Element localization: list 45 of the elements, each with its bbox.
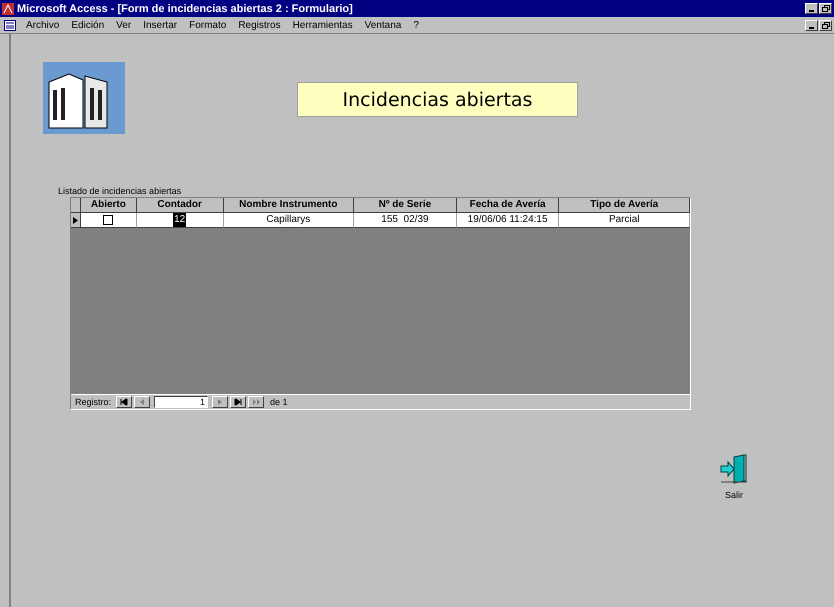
first-record-button[interactable]: [116, 396, 132, 408]
restore-button[interactable]: [819, 3, 832, 14]
first-arrow-icon: [120, 398, 129, 406]
prev-arrow-icon: [138, 398, 147, 406]
table-cell: Parcial: [559, 213, 690, 228]
table-cell: Capillarys: [224, 213, 354, 228]
column-header[interactable]: Nº de Serie: [354, 198, 457, 213]
minimize-button[interactable]: [805, 3, 818, 14]
menu-item[interactable]: Registros: [236, 20, 283, 30]
menu-item[interactable]: Herramientas: [290, 20, 355, 30]
menu-item[interactable]: Edición: [69, 20, 106, 30]
window-title: Microsoft Access - [Form de incidencias abiertas 2 : Formulario]: [17, 2, 354, 14]
record-number-field[interactable]: 1: [154, 396, 208, 408]
column-header[interactable]: Fecha de Avería: [456, 198, 560, 213]
menu-item[interactable]: Ventana: [362, 20, 404, 30]
subform-label: Listado de incidencias abiertas: [58, 186, 182, 196]
column-header[interactable]: Contador: [136, 198, 224, 213]
table-cell: 19/06/06 11:24:15: [456, 213, 560, 228]
restore-icon: [822, 22, 830, 28]
table-cell: 12: [173, 213, 186, 227]
app-icon: [2, 2, 14, 14]
record-count: de 1: [270, 397, 288, 407]
last-record-button[interactable]: [230, 396, 246, 408]
exit-button[interactable]: Salir: [717, 452, 751, 502]
menu-item[interactable]: Ver: [114, 20, 134, 30]
column-header[interactable]: Abierto: [80, 198, 137, 213]
menu-item[interactable]: Insertar: [141, 20, 180, 30]
minimize-button[interactable]: [805, 20, 818, 30]
select-all-cell[interactable]: [71, 198, 81, 213]
table-cell: 155 02/39: [354, 213, 457, 228]
form-title: Incidencias abiertas: [297, 82, 578, 117]
exit-door-icon: [719, 454, 749, 484]
column-header[interactable]: Tipo de Avería: [559, 198, 690, 213]
form-view-icon[interactable]: [4, 20, 16, 30]
column-header[interactable]: Nombre Instrumento: [224, 198, 354, 213]
record-selector[interactable]: [71, 213, 81, 228]
new-arrow-icon: [252, 398, 261, 406]
restore-button[interactable]: [819, 20, 832, 30]
menu-item[interactable]: Formato: [187, 20, 228, 30]
checkbox[interactable]: [103, 215, 114, 225]
last-arrow-icon: [234, 398, 243, 406]
restore-icon: [822, 5, 830, 12]
record-label: Registro:: [75, 397, 112, 407]
menu-item[interactable]: ?: [411, 20, 421, 30]
menu-item[interactable]: Archivo: [24, 20, 62, 30]
